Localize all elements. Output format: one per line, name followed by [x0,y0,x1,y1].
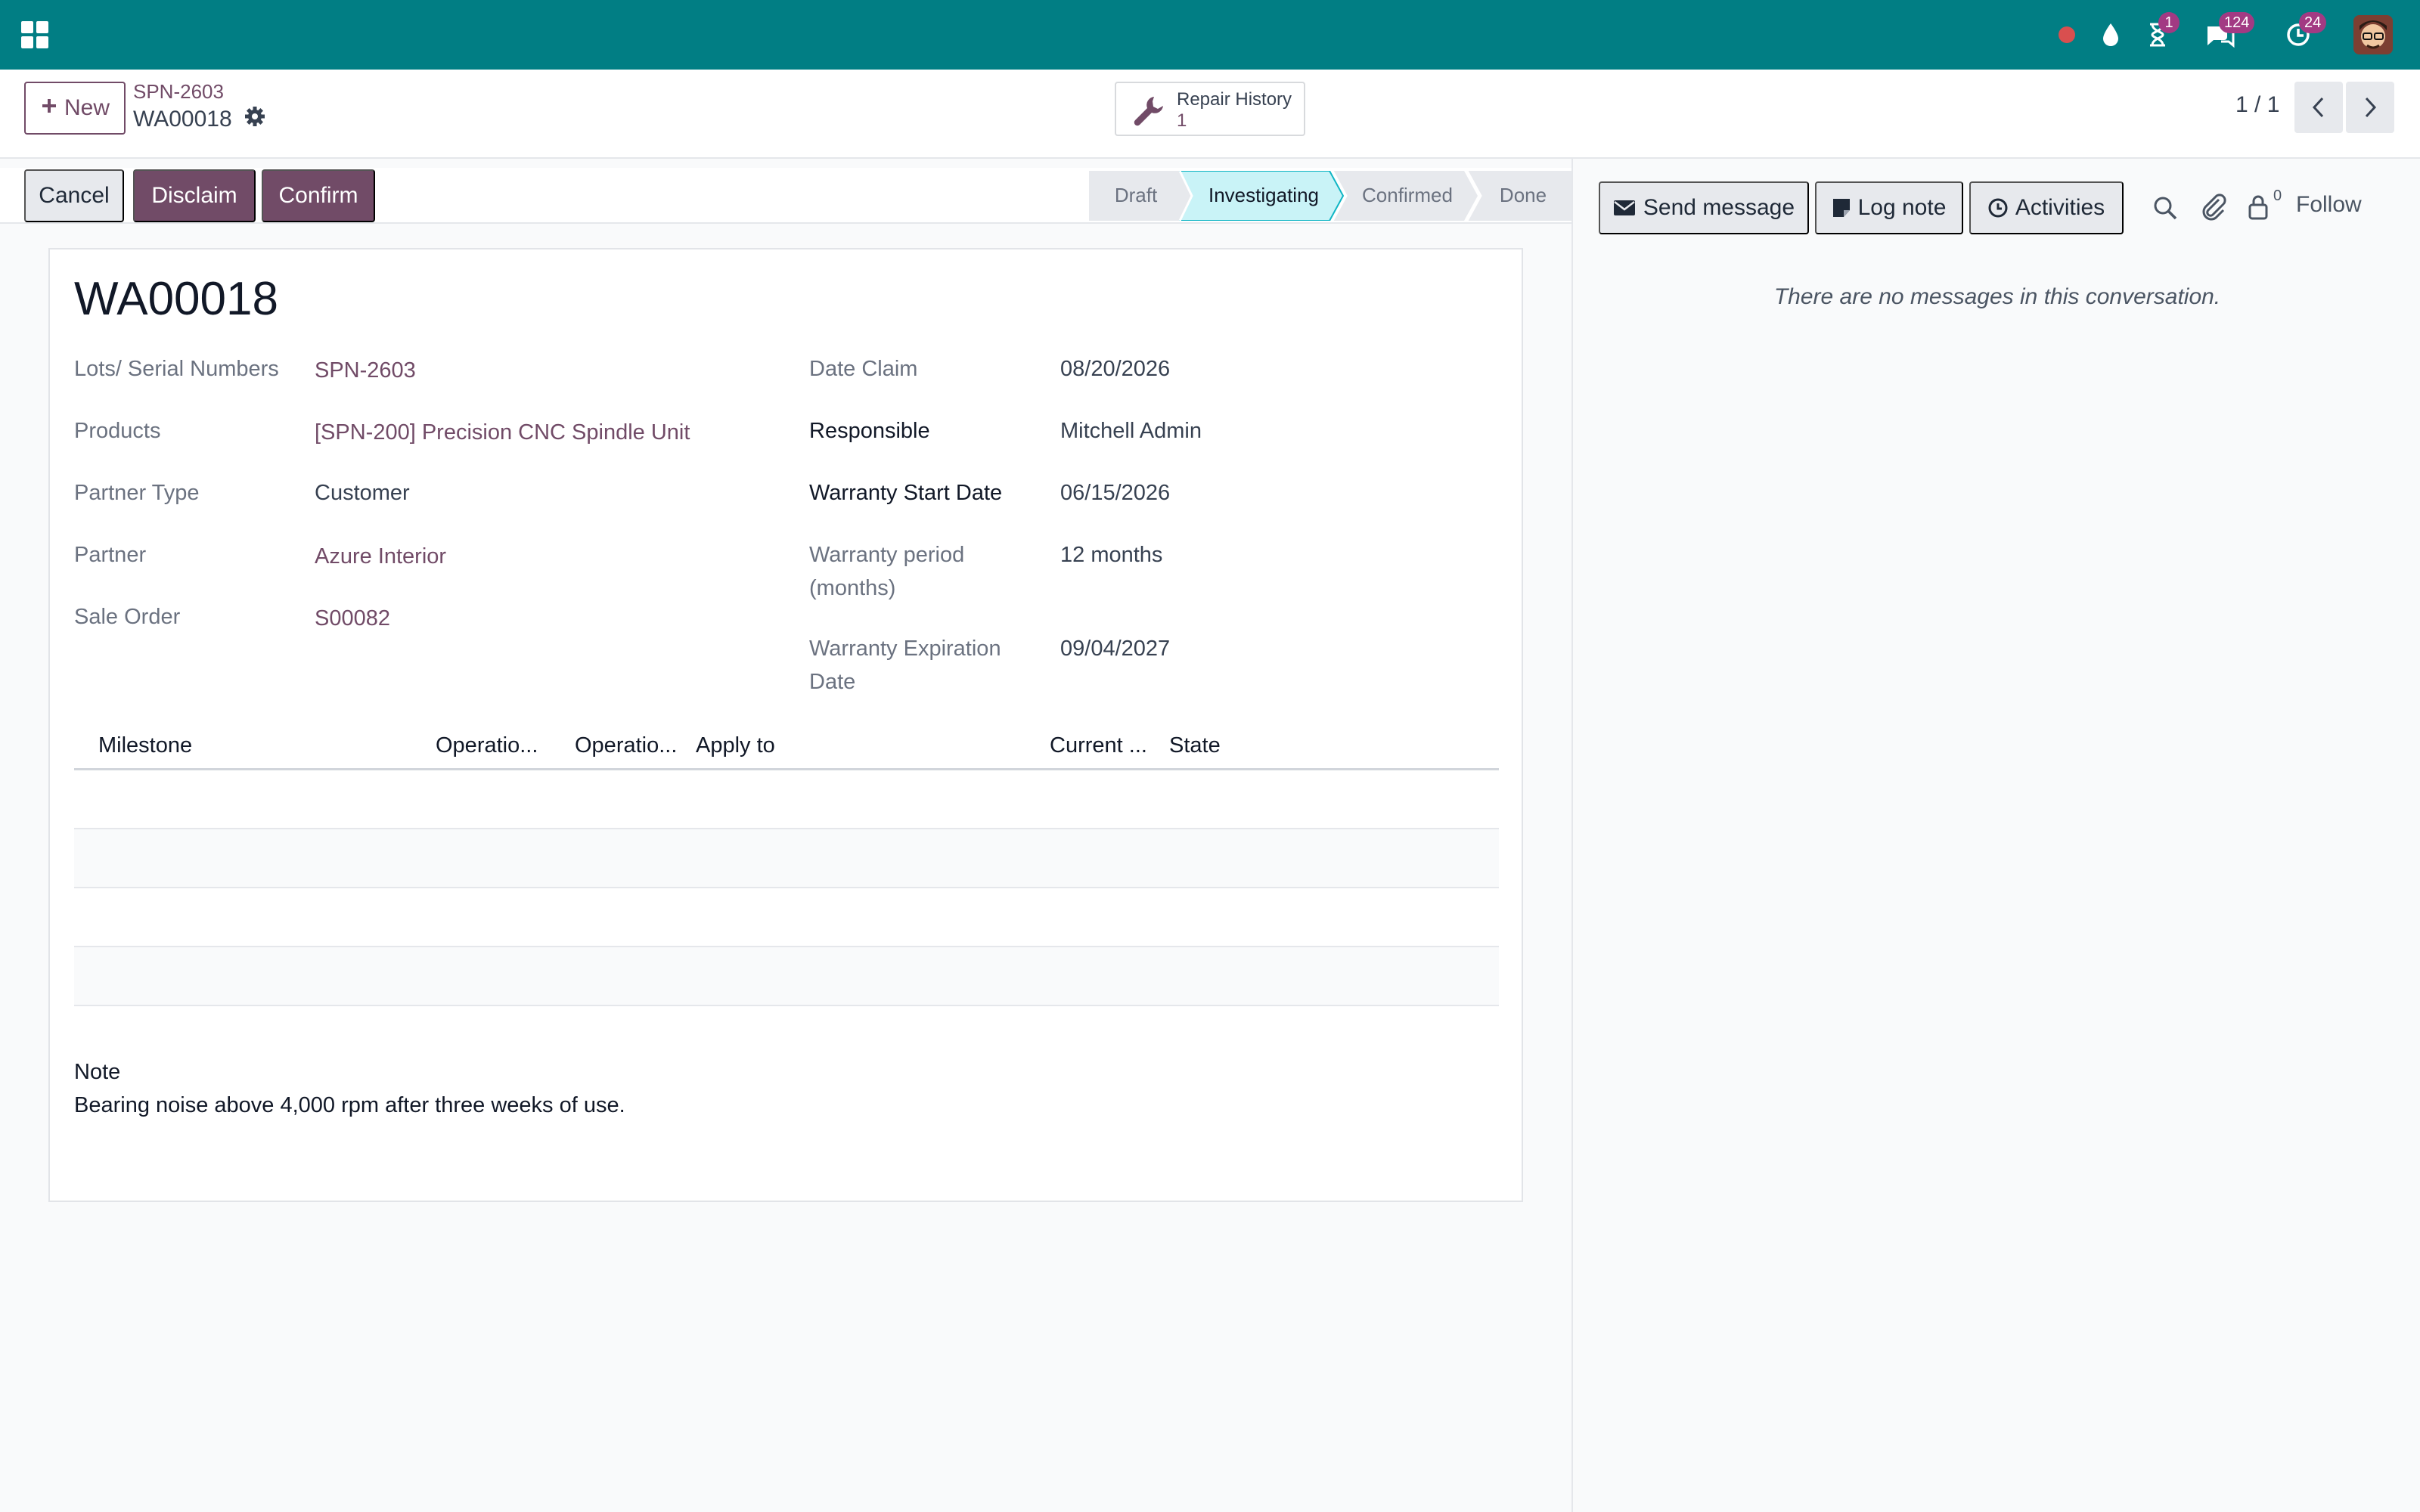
breadcrumb-current: WA00018 [133,106,265,133]
field-label-products: Products [74,419,161,443]
search-icon[interactable] [2152,195,2178,227]
activity-hourglass-icon[interactable] [2139,0,2176,70]
cancel-button[interactable]: Cancel [24,169,124,222]
column-header-apply-to[interactable]: Apply to [696,733,775,758]
disclaim-button[interactable]: Disclaim [133,169,256,222]
form-sheet: WA00018 Lots/ Serial Numbers SPN-2603 Pr… [48,248,1523,1202]
repair-history-label: Repair History [1177,89,1292,110]
app-menu-icon[interactable] [21,21,48,48]
table-row[interactable] [74,947,1499,1006]
top-navbar: 1 124 24 [0,0,2420,70]
field-label-partner-type: Partner Type [74,481,200,505]
column-header-operation-2[interactable]: Operatio... [575,733,677,758]
sale-order-link[interactable]: S00082 [315,602,390,635]
stage-draft[interactable]: Draft [1089,171,1183,219]
partner-type-value[interactable]: Customer [315,476,410,510]
chevron-left-icon [2312,97,2324,118]
lock-icon[interactable] [2248,194,2269,227]
field-label-date-claim: Date Claim [809,357,918,381]
table-row[interactable] [74,888,1499,947]
confirm-button[interactable]: Confirm [262,169,375,222]
record-icon[interactable] [2051,0,2083,70]
field-label-warranty-period: Warranty period (months) [809,543,965,600]
user-avatar[interactable] [2353,15,2393,54]
breadcrumb-parent-link[interactable]: SPN-2603 [133,80,224,104]
partner-link[interactable]: Azure Interior [315,540,446,573]
envelope-icon [1613,200,1635,215]
messages-badge: 124 [2219,12,2255,33]
clock-badge: 24 [2299,12,2327,33]
gear-icon[interactable] [244,106,265,133]
note-icon [1832,199,1850,217]
activities-button[interactable]: Activities [1969,181,2124,234]
table-row[interactable] [74,829,1499,888]
column-header-state[interactable]: State [1169,733,1221,758]
pager-value[interactable]: 1 / 1 [2235,92,2279,118]
log-note-button[interactable]: Log note [1815,181,1963,234]
repair-history-count: 1 [1177,110,1187,131]
warranty-expiration-value[interactable]: 09/04/2027 [1060,632,1170,665]
field-label-lot-serial: Lots/ Serial Numbers [74,357,279,381]
paperclip-icon[interactable] [2201,194,2226,227]
table-row[interactable] [74,770,1499,829]
activities-badge: 1 [2158,12,2180,33]
note-label: Note [74,1060,121,1084]
send-message-button[interactable]: Send message [1599,181,1809,234]
column-header-current[interactable]: Current ... [1050,733,1147,758]
form-statusbar: Cancel Disclaim Confirm Draft Investigat… [0,168,1573,224]
wrench-icon [1131,94,1166,135]
warranty-period-value[interactable]: 12 months [1060,538,1162,572]
new-button-label: New [64,95,110,120]
note-text[interactable]: Bearing noise above 4,000 rpm after thre… [74,1089,625,1122]
droplet-icon[interactable] [2095,0,2127,70]
date-claim-value[interactable]: 08/20/2026 [1060,352,1170,386]
control-panel: New SPN-2603 WA00018 Repair History 1 1 … [0,70,2420,159]
stage-confirmed[interactable]: Confirmed [1343,171,1472,219]
follower-count: 0 [2273,187,2282,204]
column-header-milestone[interactable]: Milestone [98,733,192,758]
pager-previous-button[interactable] [2294,82,2343,133]
follow-button[interactable]: Follow [2296,192,2362,218]
log-note-label: Log note [1857,195,1947,220]
chevron-right-icon [2365,97,2377,118]
no-messages-text: There are no messages in this conversati… [1773,284,2221,309]
messages-icon[interactable] [2199,0,2240,70]
field-label-responsible: Responsible [809,419,930,443]
field-label-partner: Partner [74,543,147,567]
product-link[interactable]: [SPN-200] Precision CNC Spindle Unit [315,416,690,449]
send-message-label: Send message [1643,195,1795,220]
field-label-sale-order: Sale Order [74,605,181,629]
clock-outline-icon [1988,198,2008,218]
field-label-warranty-expiration: Warranty Expiration Date [809,637,1001,694]
clock-icon[interactable] [2278,0,2319,70]
stage-done[interactable]: Done [1475,171,1571,219]
pager-next-button[interactable] [2346,82,2394,133]
repair-history-smart-button[interactable]: Repair History 1 [1115,82,1305,136]
activities-label: Activities [2015,195,2105,220]
column-header-operation-1[interactable]: Operatio... [436,733,538,758]
chatter-panel: Send message Log note Activities 0 Follo… [1571,159,2420,1512]
plus-icon [40,95,58,121]
responsible-value[interactable]: Mitchell Admin [1060,414,1202,448]
warranty-start-value[interactable]: 06/15/2026 [1060,476,1170,510]
field-label-warranty-start: Warranty Start Date [809,481,1003,505]
breadcrumb-current-label: WA00018 [133,107,232,132]
record-title: WA00018 [74,273,278,325]
stage-investigating[interactable]: Investigating [1184,171,1343,219]
new-button[interactable]: New [24,82,126,135]
lot-serial-link[interactable]: SPN-2603 [315,354,416,387]
